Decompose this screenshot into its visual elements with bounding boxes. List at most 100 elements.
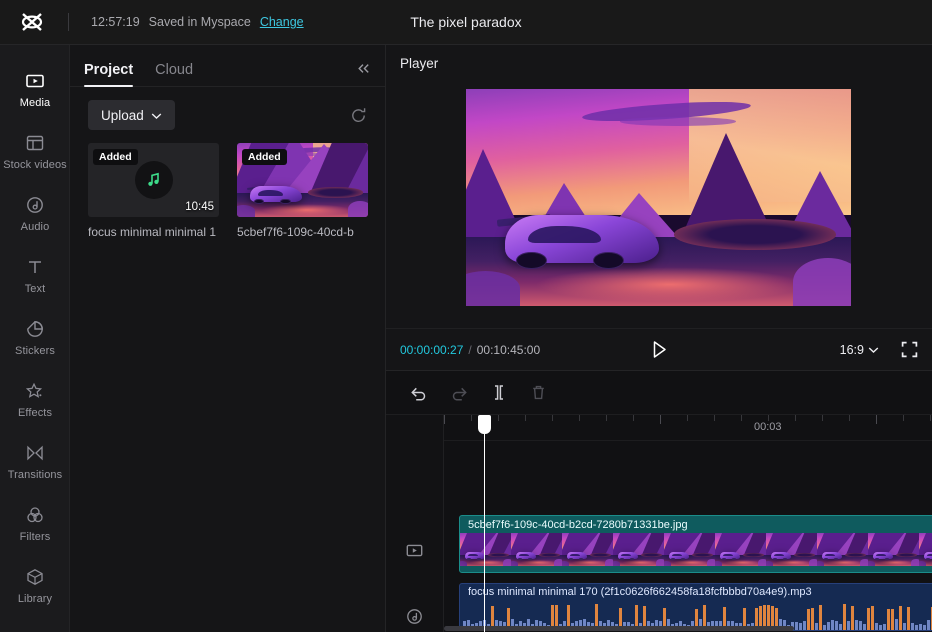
filmstrip-frame: [715, 533, 766, 566]
sidebar-item-stickers[interactable]: Stickers: [0, 306, 70, 368]
media-icon: [24, 70, 46, 92]
sidebar-item-transitions[interactable]: Transitions: [0, 430, 70, 492]
sidebar-item-label: Transitions: [7, 468, 63, 481]
sidebar-item-label: Filters: [19, 530, 51, 543]
media-item-image[interactable]: Added 5cbef7f6-109c-40cd-b: [237, 143, 368, 239]
ruler-tick: [471, 415, 472, 421]
sidebar-item-text[interactable]: Text: [0, 244, 70, 306]
clip-name: 5cbef7f6-109c-40cd-b2cd-7280b71331be.jpg: [468, 518, 688, 531]
timeline-toolbar: [386, 371, 932, 415]
filmstrip-frame: [766, 533, 817, 566]
divider: [68, 13, 69, 31]
ruler-tick: [498, 415, 499, 421]
library-icon: [24, 566, 46, 588]
ruler-tick: [849, 415, 850, 421]
sidebar-item-audio[interactable]: Audio: [0, 182, 70, 244]
ruler-tick: [768, 415, 769, 421]
total-time: 00:10:45:00: [476, 342, 541, 357]
timeline-clip-audio[interactable]: focus minimal minimal 170 (2f1c0626f6624…: [459, 583, 932, 631]
chevron-down-icon: [151, 108, 162, 123]
split-icon[interactable]: [490, 384, 508, 401]
refresh-icon[interactable]: [350, 107, 367, 124]
ruler-tick: [903, 415, 904, 421]
player-header: Player: [386, 45, 932, 81]
stickers-icon: [24, 318, 46, 340]
chevron-down-icon: [868, 343, 879, 357]
aspect-ratio-label: 16:9: [839, 342, 864, 357]
status-badge: Added: [93, 149, 138, 165]
clip-name: focus minimal minimal 170 (2f1c0626f6624…: [468, 586, 812, 598]
playhead-handle[interactable]: [478, 415, 491, 434]
filters-icon: [24, 504, 46, 526]
ruler-tick: [822, 415, 823, 421]
chevron-double-left-icon[interactable]: [356, 62, 371, 78]
transitions-icon: [24, 442, 46, 464]
save-time: 12:57:19: [91, 15, 140, 29]
ruler-tick: [660, 415, 661, 424]
media-duration: 10:45: [185, 201, 214, 213]
upload-button[interactable]: Upload: [88, 100, 175, 130]
timeline-tracks: 5cbef7f6-109c-40cd-b2cd-7280b71331be.jpg…: [444, 441, 932, 632]
sidebar-item-media[interactable]: Media: [0, 58, 70, 120]
filmstrip-frame: [511, 533, 562, 566]
current-time: 00:00:00:27: [400, 342, 464, 357]
sidebar-item-label: Stickers: [15, 344, 55, 357]
play-icon[interactable]: [651, 340, 668, 359]
save-location: Saved in Myspace: [148, 15, 251, 29]
status-badge: Added: [242, 149, 287, 165]
sidebar-item-label: Stock videos: [3, 158, 67, 171]
ruler-tick: [444, 415, 445, 424]
timeline-scrollbar[interactable]: [444, 626, 930, 631]
delete-icon[interactable]: [530, 384, 547, 401]
change-location-link[interactable]: Change: [260, 15, 304, 29]
media-grid: Added 10:45 focus minimal minimal 1 Adde…: [70, 143, 385, 239]
filmstrip-frame: [562, 533, 613, 566]
video-track-icon[interactable]: [403, 539, 425, 561]
tab-project[interactable]: Project: [84, 62, 134, 87]
timeline-clip-video[interactable]: 5cbef7f6-109c-40cd-b2cd-7280b71331be.jpg…: [459, 515, 932, 573]
audio-icon: [24, 194, 46, 216]
media-panel: Project Cloud Upload Added 10:45 focus m…: [70, 45, 386, 632]
music-note-icon: [134, 161, 173, 199]
filmstrip-frame: [919, 533, 932, 566]
player-preview[interactable]: [466, 89, 851, 306]
media-item-label: focus minimal minimal 1: [88, 225, 217, 239]
playhead[interactable]: [478, 415, 491, 632]
clip-header: 5cbef7f6-109c-40cd-b2cd-7280b71331be.jpg…: [460, 516, 932, 533]
sidebar-item-filters[interactable]: Filters: [0, 492, 70, 554]
timecode: 00:00:00:27 / 00:10:45:00: [400, 343, 540, 357]
aspect-ratio-selector[interactable]: 16:9: [840, 343, 879, 357]
text-icon: [24, 256, 46, 278]
ruler-tick: [795, 415, 796, 421]
ruler-label: 00:03: [754, 421, 782, 433]
redo-icon[interactable]: [450, 385, 468, 401]
media-thumbnail[interactable]: Added: [237, 143, 368, 217]
player-controls: 00:00:00:27 / 00:10:45:00 16:9: [386, 328, 932, 370]
ruler-tick: [741, 415, 742, 421]
ruler-tick: [525, 415, 526, 421]
sidebar-item-captions[interactable]: [0, 616, 70, 632]
undo-icon[interactable]: [410, 385, 428, 401]
stock-videos-icon: [24, 132, 46, 154]
filmstrip-frame: [664, 533, 715, 566]
media-thumbnail[interactable]: Added 10:45: [88, 143, 219, 217]
timeline-ruler[interactable]: 00:03: [444, 415, 932, 441]
audio-track-icon[interactable]: [403, 605, 425, 627]
sidebar-item-label: Media: [19, 96, 51, 109]
sidebar-item-library[interactable]: Library: [0, 554, 70, 616]
timeline-panel: 00:03 5cbef7f6-109c-40cd-b2cd-7280b71331…: [386, 370, 932, 632]
filmstrip-frame: [460, 533, 511, 566]
save-status: 12:57:19 Saved in Myspace Change: [91, 15, 304, 29]
sidebar-item-effects[interactable]: Effects: [0, 368, 70, 430]
ruler-tick: [633, 415, 634, 421]
left-sidebar: Media Stock videos Audio Text Stickers E…: [0, 45, 70, 632]
tab-cloud[interactable]: Cloud: [155, 62, 193, 86]
filmstrip-frame: [868, 533, 919, 566]
filmstrip-frame: [613, 533, 664, 566]
sidebar-item-stock-videos[interactable]: Stock videos: [0, 120, 70, 182]
media-item-audio[interactable]: Added 10:45 focus minimal minimal 1: [88, 143, 219, 239]
fullscreen-icon[interactable]: [901, 341, 918, 358]
sidebar-item-label: Effects: [17, 406, 53, 419]
upload-button-label: Upload: [101, 107, 144, 123]
capcut-logo-icon[interactable]: [18, 8, 46, 36]
